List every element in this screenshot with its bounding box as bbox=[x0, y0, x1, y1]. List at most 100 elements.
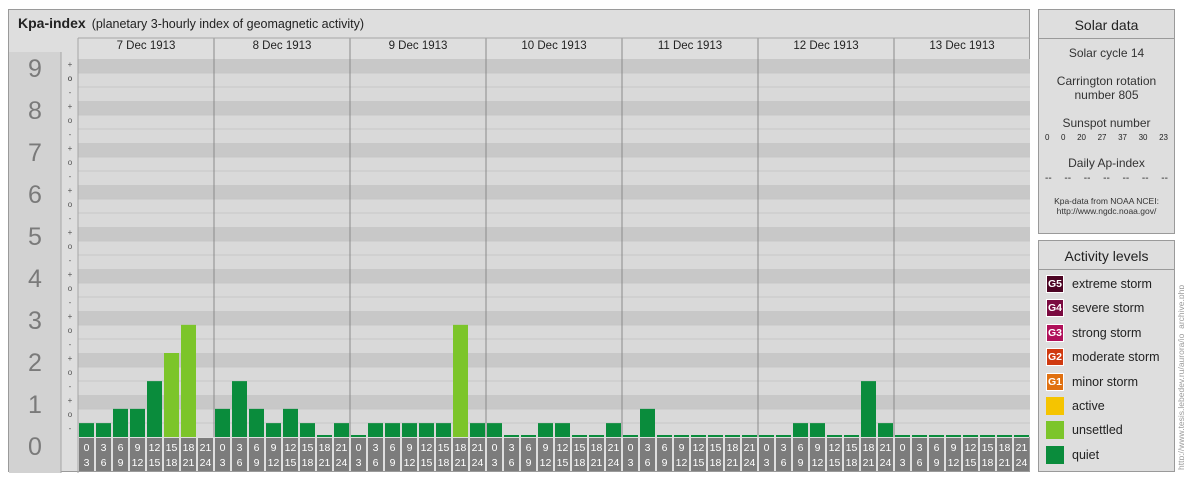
interval-end-label: 9 bbox=[934, 457, 940, 469]
interval-end-label: 9 bbox=[390, 457, 396, 469]
ap-value: -- bbox=[1103, 173, 1110, 184]
interval-end-label: 24 bbox=[1016, 457, 1028, 469]
interval-start-label: 6 bbox=[798, 442, 804, 454]
day-label: 12 Dec 1913 bbox=[793, 40, 858, 52]
kp-tick-label: 8 bbox=[28, 97, 42, 125]
interval-start-label: 0 bbox=[220, 442, 226, 454]
kp-bar bbox=[181, 324, 196, 437]
interval-start-label: 15 bbox=[438, 442, 450, 454]
kp-sub-tick: - bbox=[69, 172, 72, 181]
interval-start-label: 12 bbox=[421, 442, 433, 454]
kpa-chart: 0+o-1+o-2+o-3+o-4+o-5+o-6+o-7+o-8+o-9 o7 … bbox=[9, 37, 1030, 473]
kp-sub-tick: - bbox=[69, 256, 72, 265]
interval-end-label: 3 bbox=[628, 457, 634, 469]
interval-start-label: 3 bbox=[101, 442, 107, 454]
interval-start-label: 18 bbox=[455, 442, 467, 454]
sunspot-value: 23 bbox=[1159, 133, 1168, 142]
level-band-upper bbox=[78, 101, 1030, 115]
interval-end-label: 18 bbox=[438, 457, 450, 469]
sunspot-title: Sunspot number bbox=[1062, 116, 1151, 130]
day-label: 10 Dec 1913 bbox=[521, 40, 586, 52]
interval-end-label: 9 bbox=[254, 457, 260, 469]
interval-end-label: 12 bbox=[540, 457, 552, 469]
kp-sub-tick: + bbox=[68, 312, 73, 321]
kp-sub-tick: + bbox=[68, 228, 73, 237]
interval-start-label: 9 bbox=[135, 442, 141, 454]
interval-start-label: 0 bbox=[628, 442, 634, 454]
kp-sub-tick: - bbox=[69, 298, 72, 307]
kp-sub-tick: o bbox=[68, 158, 73, 167]
solar-cycle: Solar cycle 14 bbox=[1068, 46, 1145, 60]
day-label: 13 Dec 1913 bbox=[929, 40, 994, 52]
kpa-chart-panel: Kpa-index (planetary 3-hourly index of ge… bbox=[8, 9, 1030, 473]
interval-start-label: 3 bbox=[509, 442, 515, 454]
interval-end-label: 21 bbox=[455, 457, 467, 469]
kp-sub-tick: - bbox=[69, 424, 72, 433]
kp-sub-tick: o bbox=[68, 200, 73, 209]
interval-end-label: 15 bbox=[693, 457, 705, 469]
interval-start-label: 3 bbox=[373, 442, 379, 454]
kp-bar bbox=[708, 435, 723, 437]
kp-bar bbox=[215, 408, 230, 437]
activity-level-moderate-storm: G2 moderate storm bbox=[1046, 348, 1160, 367]
interval-end-label: 18 bbox=[710, 457, 722, 469]
data-source-link[interactable]: http://www.ngdc.noaa.gov/ bbox=[1039, 206, 1174, 216]
kp-sub-tick: - bbox=[69, 340, 72, 349]
interval-end-label: 15 bbox=[557, 457, 569, 469]
interval-start-label: 15 bbox=[710, 442, 722, 454]
kp-sub-tick: - bbox=[69, 88, 72, 97]
interval-start-label: 12 bbox=[965, 442, 977, 454]
kp-sub-tick: + bbox=[68, 396, 73, 405]
kp-bar bbox=[844, 435, 859, 437]
credit-url[interactable]: http://www.tesis.lebedev.ru/aurora/io_ar… bbox=[1176, 285, 1184, 470]
kp-sub-tick: o bbox=[68, 410, 73, 419]
kp-sub-tick: + bbox=[68, 186, 73, 195]
interval-end-label: 9 bbox=[526, 457, 532, 469]
sunspot-value: 30 bbox=[1138, 133, 1148, 142]
sunspot-value: 0 bbox=[1061, 133, 1066, 142]
interval-end-label: 18 bbox=[574, 457, 586, 469]
interval-start-label: 6 bbox=[526, 442, 532, 454]
level-band-upper bbox=[78, 143, 1030, 157]
kp-bar bbox=[232, 381, 247, 437]
kp-bar bbox=[980, 435, 995, 437]
kp-bar bbox=[470, 423, 485, 437]
level-band-upper bbox=[78, 227, 1030, 241]
interval-end-label: 24 bbox=[472, 457, 484, 469]
interval-end-label: 21 bbox=[727, 457, 739, 469]
kp-bar bbox=[402, 423, 417, 437]
day-label: 8 Dec 1913 bbox=[253, 40, 312, 52]
level-swatch: G5 bbox=[1046, 275, 1064, 293]
interval-end-label: 6 bbox=[917, 457, 923, 469]
interval-end-label: 18 bbox=[982, 457, 994, 469]
kp-sub-tick: o bbox=[68, 326, 73, 335]
interval-start-label: 3 bbox=[917, 442, 923, 454]
kp-bar bbox=[895, 435, 910, 437]
level-band-upper bbox=[78, 311, 1030, 325]
day-label: 11 Dec 1913 bbox=[658, 40, 722, 52]
interval-start-label: 9 bbox=[815, 442, 821, 454]
interval-end-label: 24 bbox=[744, 457, 756, 469]
interval-end-label: 6 bbox=[237, 457, 243, 469]
sunspot-value: 37 bbox=[1118, 133, 1127, 142]
kp-bar bbox=[317, 435, 332, 437]
kp-tick-label: 1 bbox=[28, 391, 42, 419]
day-label: 7 Dec 1913 bbox=[117, 40, 176, 52]
interval-end-label: 9 bbox=[118, 457, 124, 469]
kp-bar bbox=[266, 423, 281, 437]
kp-bar bbox=[164, 353, 179, 437]
level-label: moderate storm bbox=[1072, 350, 1160, 365]
interval-end-label: 9 bbox=[798, 457, 804, 469]
kp-bar bbox=[640, 408, 655, 437]
interval-start-label: 18 bbox=[183, 442, 195, 454]
activity-level-severe-storm: G4 severe storm bbox=[1046, 299, 1144, 318]
level-swatch bbox=[1046, 421, 1064, 440]
interval-end-label: 3 bbox=[220, 457, 226, 469]
kp-bar bbox=[623, 435, 638, 437]
interval-start-label: 12 bbox=[829, 442, 841, 454]
interval-start-label: 9 bbox=[951, 442, 957, 454]
interval-start-label: 21 bbox=[472, 442, 484, 454]
interval-start-label: 0 bbox=[764, 442, 770, 454]
interval-start-label: 3 bbox=[781, 442, 787, 454]
level-label: unsettled bbox=[1072, 423, 1123, 438]
